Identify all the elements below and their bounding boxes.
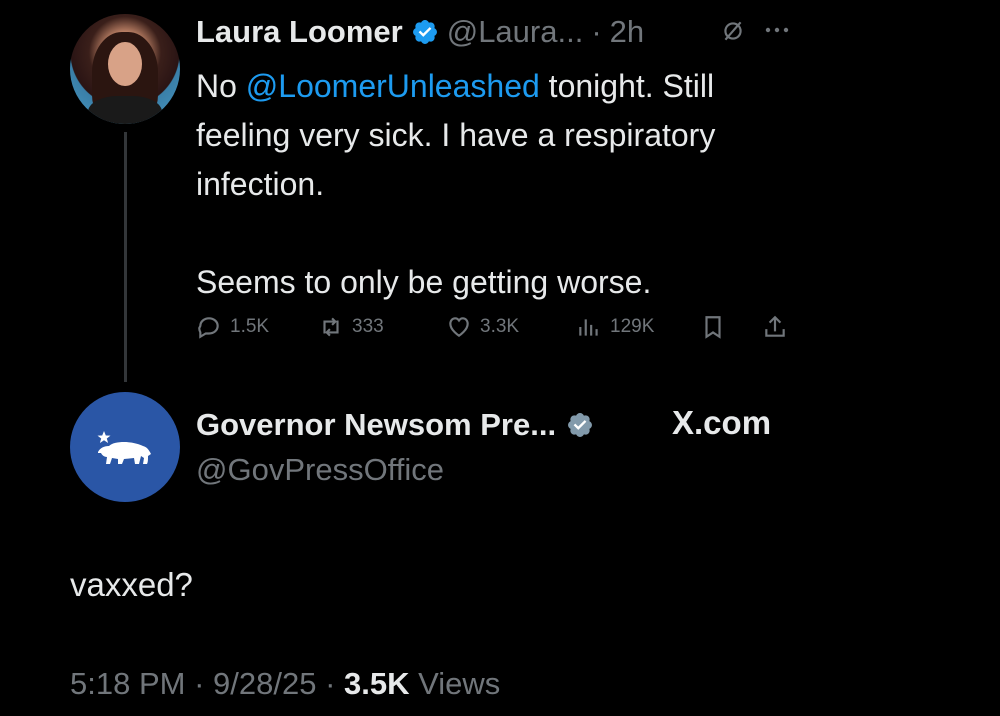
repost-count: 333 [352,316,384,337]
reply-views-label: Views [418,666,501,701]
reply-meta: 5:18 PM · 9/28/25 · 3.5K Views [70,666,501,701]
timestamp[interactable]: 2h [610,14,644,50]
verified-badge-icon [412,20,437,44]
reply-text: vaxxed? [70,566,193,603]
reply-time[interactable]: 5:18 PM [70,666,185,701]
more-icon[interactable] [762,18,792,46]
reply-header: Governor Newsom Pre... [196,404,594,446]
reply-button[interactable]: 1.5K [196,314,269,340]
views-icon [579,319,598,336]
author-handle[interactable]: @Laura... [447,14,584,50]
bookmark-button[interactable] [700,314,726,340]
share-button[interactable] [762,314,788,340]
mention-link[interactable]: @LoomerUnleashed [246,68,540,104]
repost-icon [323,317,339,337]
tweet-header: Laura Loomer @Laura... · 2h [196,12,644,52]
views-button[interactable]: 129K [576,314,654,340]
reply-date[interactable]: 9/28/25 [213,666,316,701]
tweet-text-line1: tonight. Still [539,68,715,104]
reply-icon [198,317,219,339]
share-icon [765,315,785,337]
tweet-text-prefix: No [196,68,246,104]
bear-flag-icon [97,431,151,464]
mute-icon[interactable] [720,18,746,46]
like-button[interactable]: 3.3K [446,314,519,340]
avatar-face [108,42,142,86]
like-icon [449,317,469,337]
reply-author-handle[interactable]: @GovPressOffice [196,452,444,488]
bookmark-icon [705,316,721,339]
tweet-text: No @LoomerUnleashed tonight. Still feeli… [196,62,806,307]
avatar-laura-loomer[interactable] [70,14,180,124]
like-count: 3.3K [480,316,520,337]
thread-line [124,132,127,382]
author-name[interactable]: Laura Loomer [196,14,403,50]
reply-views-count: 3.5K [344,666,410,701]
avatar-body [88,96,162,124]
tweet-text-body: feeling very sick. I have a respiratory … [196,117,716,300]
source-label[interactable]: X.com [672,404,771,442]
views-count: 129K [610,316,655,337]
repost-button[interactable]: 333 [318,314,384,340]
reply-count: 1.5K [230,316,270,337]
verified-badge-icon [568,413,593,437]
reply-author-name[interactable]: Governor Newsom Pre... [196,407,556,443]
avatar-gov-press-office[interactable] [70,392,180,502]
separator: · [591,14,602,49]
